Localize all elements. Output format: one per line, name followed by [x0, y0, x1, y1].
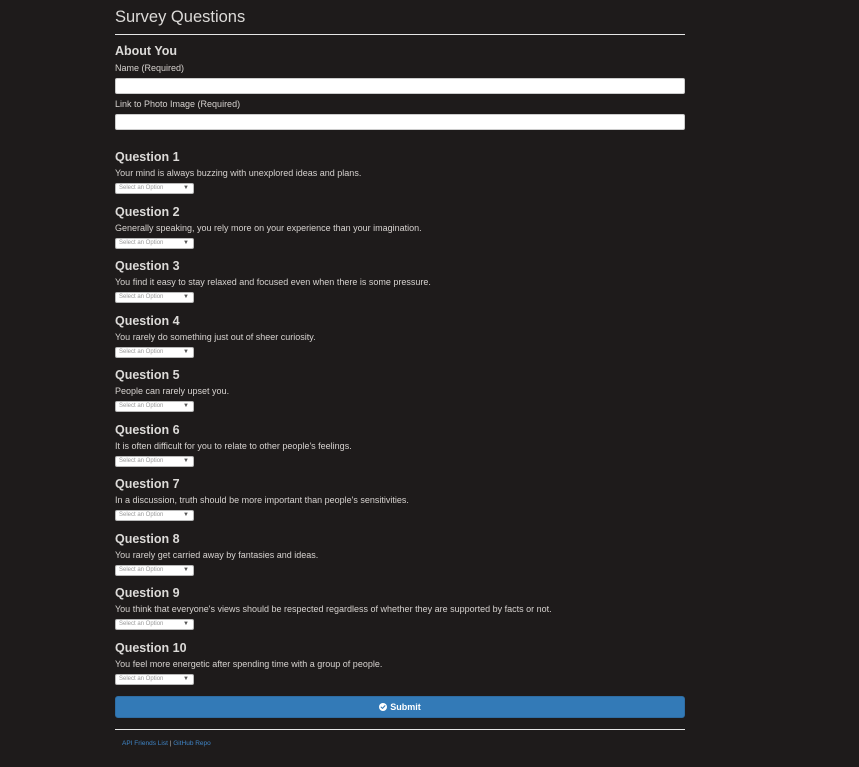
question-text: You rarely get carried away by fantasies…	[115, 550, 319, 560]
select-placeholder: Select an Option	[119, 349, 164, 355]
question-2: Question 2 Generally speaking, you rely …	[115, 205, 685, 259]
question-9-select[interactable]: Select an Option ▼	[115, 619, 194, 630]
select-placeholder: Select an Option	[119, 403, 164, 409]
question-title: Question 1	[115, 150, 180, 164]
question-2-select[interactable]: Select an Option ▼	[115, 238, 194, 249]
chevron-down-icon: ▼	[183, 349, 189, 355]
chevron-down-icon: ▼	[183, 621, 189, 627]
question-10: Question 10 You feel more energetic afte…	[115, 641, 685, 695]
select-placeholder: Select an Option	[119, 621, 164, 627]
name-label: Name (Required)	[115, 63, 185, 73]
question-3-select[interactable]: Select an Option ▼	[115, 292, 194, 303]
question-title: Question 3	[115, 259, 180, 273]
question-6: Question 6 It is often difficult for you…	[115, 423, 685, 477]
title-divider	[115, 34, 685, 35]
question-title: Question 5	[115, 368, 180, 382]
select-placeholder: Select an Option	[119, 567, 164, 573]
footer: API Friends List | GitHub Repo	[122, 740, 211, 747]
chevron-down-icon: ▼	[183, 294, 189, 300]
question-4-select[interactable]: Select an Option ▼	[115, 347, 194, 358]
question-5: Question 5 People can rarely upset you. …	[115, 368, 685, 422]
question-title: Question 9	[115, 586, 180, 600]
github-repo-link[interactable]: GitHub Repo	[173, 740, 211, 747]
question-8-select[interactable]: Select an Option ▼	[115, 565, 194, 576]
question-9: Question 9 You think that everyone's vie…	[115, 586, 685, 640]
question-title: Question 8	[115, 532, 180, 546]
name-input[interactable]	[115, 78, 685, 94]
question-7-select[interactable]: Select an Option ▼	[115, 510, 194, 521]
question-text: Your mind is always buzzing with unexplo…	[115, 168, 362, 178]
question-1-select[interactable]: Select an Option ▼	[115, 183, 194, 194]
question-6-select[interactable]: Select an Option ▼	[115, 456, 194, 467]
question-title: Question 7	[115, 477, 180, 491]
api-friends-link[interactable]: API Friends List	[122, 740, 168, 747]
question-text: It is often difficult for you to relate …	[115, 441, 352, 451]
select-placeholder: Select an Option	[119, 240, 164, 246]
submit-button[interactable]: Submit	[115, 696, 685, 718]
select-placeholder: Select an Option	[119, 512, 164, 518]
chevron-down-icon: ▼	[183, 512, 189, 518]
chevron-down-icon: ▼	[183, 240, 189, 246]
question-title: Question 10	[115, 641, 187, 655]
question-text: Generally speaking, you rely more on you…	[115, 223, 422, 233]
select-placeholder: Select an Option	[119, 294, 164, 300]
chevron-down-icon: ▼	[183, 458, 189, 464]
footer-divider	[115, 729, 685, 730]
question-text: You rarely do something just out of shee…	[115, 332, 316, 342]
select-placeholder: Select an Option	[119, 185, 164, 191]
chevron-down-icon: ▼	[183, 403, 189, 409]
question-1: Question 1 Your mind is always buzzing w…	[115, 150, 685, 204]
check-circle-icon	[379, 703, 388, 711]
about-heading: About You	[115, 44, 178, 58]
question-text: In a discussion, truth should be more im…	[115, 495, 409, 505]
photo-link-input[interactable]	[115, 114, 685, 130]
question-10-select[interactable]: Select an Option ▼	[115, 674, 194, 685]
select-placeholder: Select an Option	[119, 458, 164, 464]
chevron-down-icon: ▼	[183, 185, 189, 191]
question-7: Question 7 In a discussion, truth should…	[115, 477, 685, 531]
question-title: Question 6	[115, 423, 180, 437]
question-title: Question 2	[115, 205, 180, 219]
select-placeholder: Select an Option	[119, 676, 164, 682]
question-5-select[interactable]: Select an Option ▼	[115, 401, 194, 412]
submit-label: Submit	[390, 702, 421, 712]
question-text: You find it easy to stay relaxed and foc…	[115, 277, 431, 287]
chevron-down-icon: ▼	[183, 676, 189, 682]
chevron-down-icon: ▼	[183, 567, 189, 573]
question-text: You feel more energetic after spending t…	[115, 659, 383, 669]
photo-label: Link to Photo Image (Required)	[115, 99, 241, 109]
question-title: Question 4	[115, 314, 180, 328]
question-3: Question 3 You find it easy to stay rela…	[115, 259, 685, 313]
question-text: People can rarely upset you.	[115, 386, 230, 396]
question-text: You think that everyone's views should b…	[115, 604, 552, 614]
question-4: Question 4 You rarely do something just …	[115, 314, 685, 368]
question-8: Question 8 You rarely get carried away b…	[115, 532, 685, 586]
page-title: Survey Questions	[115, 8, 246, 26]
